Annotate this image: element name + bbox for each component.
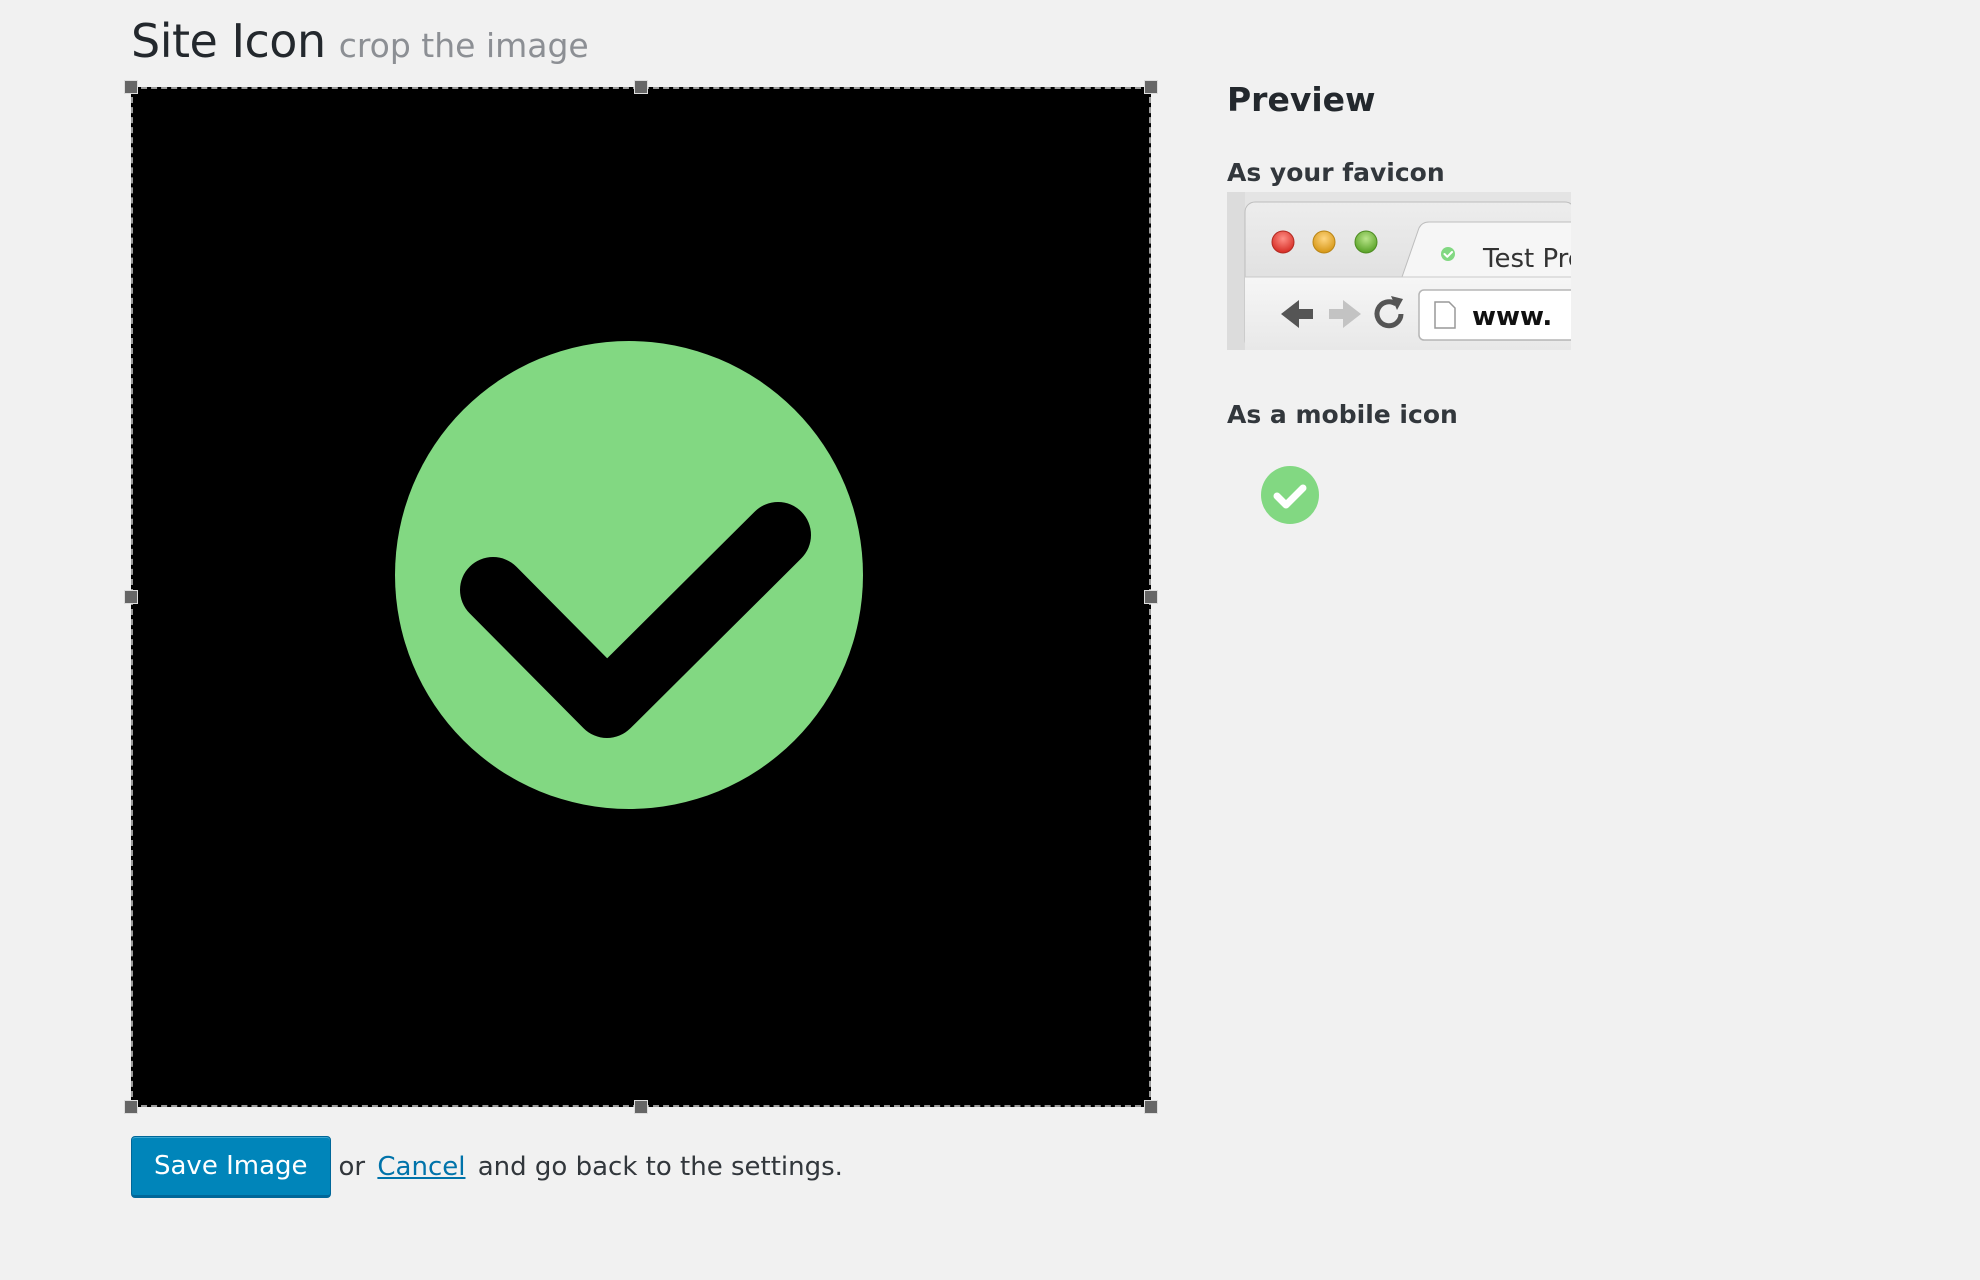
window-close-icon: [1271, 230, 1295, 254]
site-icon-crop-page: Site Icon crop the image Save Image or C…: [0, 0, 1980, 1280]
tab-title: Test Pre: [1482, 244, 1571, 274]
window-maximize-icon: [1354, 230, 1378, 254]
browser-favicon-preview: Test Pre www.: [1227, 192, 1571, 350]
crop-actions: Save Image or Cancel and go back to the …: [131, 1136, 843, 1198]
page-title-main: Site Icon: [131, 14, 326, 68]
back-to-settings-text: and go back to the settings.: [477, 1152, 843, 1182]
preview-panel: Preview As your favicon Test Pr www. As …: [1227, 80, 1727, 524]
mobile-icon-preview-label: As a mobile icon: [1227, 400, 1458, 429]
mobile-checkmark-circle-icon: [1261, 466, 1319, 524]
favicon-preview-label: As your favicon: [1227, 158, 1445, 187]
actions-text: or Cancel and go back to the settings.: [339, 1152, 843, 1182]
crop-handle-bottom-right[interactable]: [1144, 1100, 1158, 1114]
preview-heading: Preview: [1227, 80, 1376, 119]
mobile-icon-preview: [1261, 466, 1319, 524]
crop-handle-bottom-left[interactable]: [124, 1100, 138, 1114]
crop-handle-top-left[interactable]: [124, 80, 138, 94]
crop-handle-middle-right[interactable]: [1144, 590, 1158, 604]
browser-chrome-illustration: Test Pre www.: [1227, 192, 1571, 350]
page-title-subtitle: crop the image: [338, 26, 589, 65]
save-image-button[interactable]: Save Image: [131, 1136, 331, 1198]
crop-handle-top-right[interactable]: [1144, 80, 1158, 94]
site-icon-image: [131, 87, 1151, 1107]
or-text: or: [338, 1152, 366, 1182]
page-title: Site Icon crop the image: [131, 14, 589, 68]
crop-handle-top-center[interactable]: [634, 80, 648, 94]
crop-handle-middle-left[interactable]: [124, 590, 138, 604]
tab-favicon-icon: [1441, 247, 1455, 261]
crop-area[interactable]: [124, 80, 1158, 1114]
page-icon: [1434, 301, 1456, 329]
crop-handle-bottom-center[interactable]: [634, 1100, 648, 1114]
address-bar-url: www.: [1472, 302, 1552, 332]
cancel-link[interactable]: Cancel: [377, 1152, 465, 1182]
window-minimize-icon: [1312, 230, 1336, 254]
